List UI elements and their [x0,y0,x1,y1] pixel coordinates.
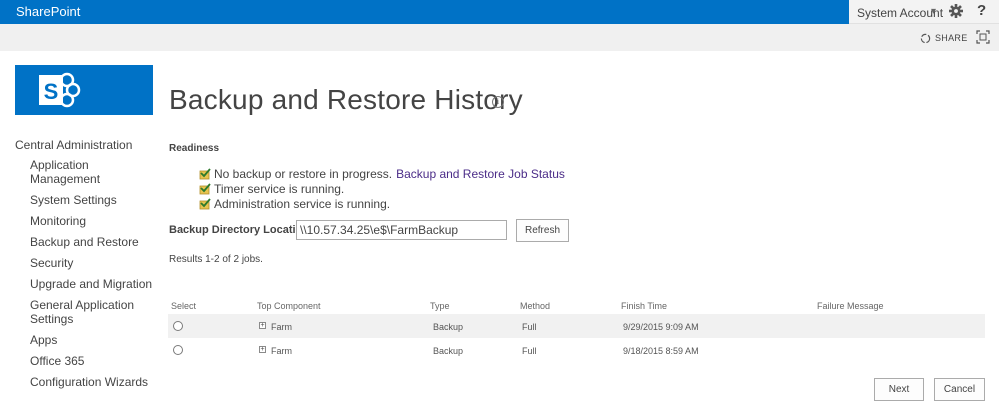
column-header-method: Method [520,301,551,311]
status-line: Timer service is running. [199,181,565,196]
cell-component: Farm [271,322,292,332]
info-icon[interactable]: i [492,96,504,108]
focus-content-icon[interactable] [976,30,990,44]
table-row: + Farm Backup Full 9/29/2015 9:09 AM [168,314,985,338]
nav-system-settings[interactable]: System Settings [15,193,155,207]
share-label: SHARE [935,33,968,43]
suite-bar: SharePoint System Account ▾ ? [0,0,999,24]
job-status-link[interactable]: Backup and Restore Job Status [396,167,565,181]
share-button[interactable]: SHARE [920,31,968,45]
next-button[interactable]: Next [874,378,924,401]
expand-icon[interactable]: + [259,346,266,353]
nav-general-application-settings[interactable]: General Application Settings [15,298,155,326]
nav-upgrade-and-migration[interactable]: Upgrade and Migration [15,277,155,291]
select-radio[interactable] [173,345,183,355]
nav-apps[interactable]: Apps [15,333,155,347]
cell-finish-time: 9/29/2015 9:09 AM [623,322,699,332]
cancel-button[interactable]: Cancel [934,378,985,401]
check-icon [199,197,211,209]
nav-application-management[interactable]: Application Management [15,158,155,186]
backup-directory-input[interactable] [296,220,507,240]
jobs-table: Select Top Component Type Method Finish … [168,300,985,362]
cell-component: Farm [271,346,292,356]
readiness-heading: Readiness [169,143,220,154]
status-text: No backup or restore in progress. [214,166,393,181]
status-line: No backup or restore in progress. Backup… [199,166,565,181]
help-icon[interactable]: ? [977,2,986,19]
chevron-down-icon[interactable]: ▾ [931,6,936,17]
share-icon [920,33,931,43]
gear-icon[interactable] [949,4,963,18]
column-header-finish-time: Finish Time [621,301,668,311]
check-icon [199,167,211,179]
nav-configuration-wizards[interactable]: Configuration Wizards [15,375,155,389]
left-navigation: Central Administration Application Manag… [15,138,155,396]
status-text: Timer service is running. [214,181,345,196]
user-area: System Account ▾ ? [849,0,999,24]
check-icon [199,182,211,194]
cell-method: Full [522,346,537,356]
column-header-type: Type [430,301,450,311]
nav-security[interactable]: Security [15,256,155,270]
column-header-failure-message: Failure Message [817,301,884,311]
ribbon-row: SHARE [0,24,999,51]
table-header-row: Select Top Component Type Method Finish … [168,300,985,314]
nav-office-365[interactable]: Office 365 [15,354,155,368]
readiness-status-list: No backup or restore in progress. Backup… [199,166,565,211]
svg-text:S: S [44,79,59,104]
sharepoint-logo-icon: S [39,72,81,108]
table-row: + Farm Backup Full 9/18/2015 8:59 AM [168,338,985,362]
status-line: Administration service is running. [199,196,565,211]
page-title: Backup and Restore History [169,84,523,115]
select-radio[interactable] [173,321,183,331]
column-header-select: Select [171,301,197,311]
nav-monitoring[interactable]: Monitoring [15,214,155,228]
sharepoint-brand-link[interactable]: SharePoint [16,4,80,19]
cell-type: Backup [433,346,464,356]
nav-central-administration[interactable]: Central Administration [15,138,155,152]
backup-directory-label: Backup Directory Location: [169,224,313,236]
site-logo[interactable]: S [15,65,153,115]
results-summary: Results 1-2 of 2 jobs. [169,254,263,265]
column-header-top-component: Top Component [257,301,321,311]
status-text: Administration service is running. [214,196,391,211]
cell-method: Full [522,322,537,332]
nav-backup-and-restore[interactable]: Backup and Restore [15,235,155,249]
refresh-button[interactable]: Refresh [516,219,569,242]
cell-type: Backup [433,322,464,332]
cell-finish-time: 9/18/2015 8:59 AM [623,346,699,356]
expand-icon[interactable]: + [259,322,266,329]
